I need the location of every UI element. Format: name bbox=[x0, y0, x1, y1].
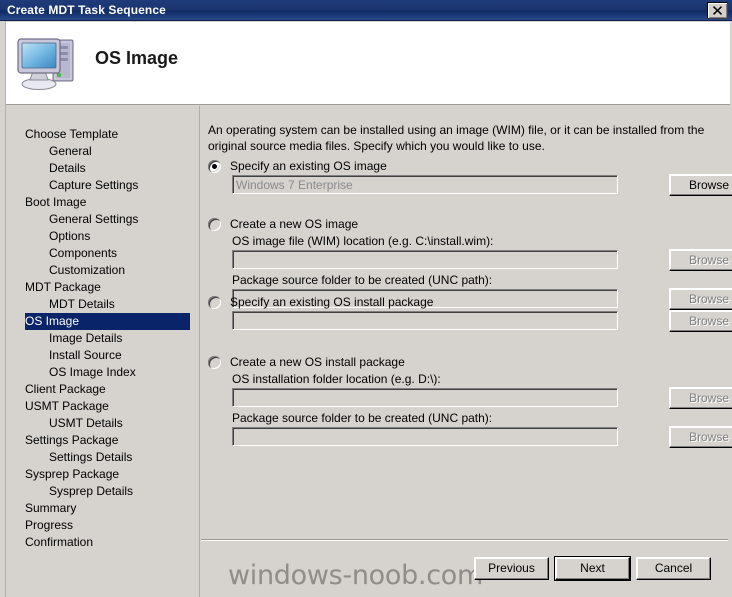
browse-button-existing-os-image-0[interactable]: Browse bbox=[669, 174, 732, 196]
radio-button-icon[interactable] bbox=[208, 159, 221, 173]
sidebar-item-os-image[interactable]: OS Image bbox=[25, 313, 190, 330]
field-row: Browse bbox=[232, 174, 732, 197]
sidebar-item-usmt-package[interactable]: USMT Package bbox=[7, 398, 199, 415]
sidebar-item-progress[interactable]: Progress bbox=[7, 517, 199, 534]
text-input-existing-os-image-0 bbox=[232, 175, 618, 194]
window-left-frame bbox=[0, 21, 6, 597]
sidebar-item-confirmation[interactable]: Confirmation bbox=[7, 534, 199, 551]
field-row: Browse bbox=[232, 310, 732, 333]
sidebar-item-options[interactable]: Options bbox=[7, 228, 199, 245]
option-group-new-os-install-package: Create a new OS install package OS instal… bbox=[208, 353, 732, 449]
radio-label: Specify an existing OS install package bbox=[230, 295, 434, 309]
text-input-new-os-install-package-1 bbox=[232, 427, 618, 446]
field-label: OS installation folder location (e.g. D:… bbox=[232, 372, 441, 386]
option-group-existing-os-install-package: Specify an existing OS install package Br… bbox=[208, 293, 732, 333]
dialog-header: OS Image bbox=[1, 22, 731, 105]
sidebar-item-usmt-details[interactable]: USMT Details bbox=[7, 415, 199, 432]
sidebar-item-details[interactable]: Details bbox=[7, 160, 199, 177]
sidebar-item-sysprep-details[interactable]: Sysprep Details bbox=[7, 483, 199, 500]
radio-existing-os-image[interactable]: Specify an existing OS image bbox=[208, 157, 724, 175]
close-icon[interactable] bbox=[707, 2, 728, 19]
field-row: Browse bbox=[232, 387, 732, 410]
radio-label: Specify an existing OS image bbox=[230, 159, 387, 173]
radio-button-icon[interactable] bbox=[208, 217, 221, 231]
sidebar-item-customization[interactable]: Customization bbox=[7, 262, 199, 279]
text-input-new-os-image-0 bbox=[232, 250, 618, 269]
sidebar-item-client-package[interactable]: Client Package bbox=[7, 381, 199, 398]
text-input-new-os-install-package-0 bbox=[232, 388, 618, 407]
browse-button-existing-os-install-package-0: Browse bbox=[669, 310, 732, 332]
radio-label: Create a new OS image bbox=[230, 217, 359, 231]
footer-separator bbox=[201, 539, 728, 541]
intro-text: An operating system can be installed usi… bbox=[208, 123, 705, 153]
cancel-button[interactable]: Cancel bbox=[636, 557, 711, 580]
browse-button-new-os-install-package-0: Browse bbox=[669, 387, 732, 409]
radio-new-os-image[interactable]: Create a new OS image bbox=[208, 215, 724, 233]
computer-icon bbox=[15, 27, 85, 95]
sidebar-item-mdt-details[interactable]: MDT Details bbox=[7, 296, 199, 313]
sidebar-item-settings-package[interactable]: Settings Package bbox=[7, 432, 199, 449]
sidebar-item-os-image-index[interactable]: OS Image Index bbox=[7, 364, 199, 381]
browse-button-new-os-install-package-1: Browse bbox=[669, 426, 732, 448]
sidebar-item-choose-template[interactable]: Choose Template bbox=[7, 126, 199, 143]
radio-existing-os-install-package[interactable]: Specify an existing OS install package bbox=[208, 293, 724, 311]
create-mdt-task-sequence-dialog: Create MDT Task Sequence OS Image Choose… bbox=[0, 0, 732, 597]
sidebar-item-capture-settings[interactable]: Capture Settings bbox=[7, 177, 199, 194]
window-title: Create MDT Task Sequence bbox=[7, 3, 166, 17]
wizard-step-sidebar: Choose Template General Details Capture Set… bbox=[7, 106, 200, 597]
sidebar-item-image-details[interactable]: Image Details bbox=[7, 330, 199, 347]
next-button[interactable]: Next bbox=[555, 557, 630, 580]
field-row: Browse bbox=[232, 426, 732, 449]
sidebar-item-sysprep-package[interactable]: Sysprep Package bbox=[7, 466, 199, 483]
option-group-existing-os-image: Specify an existing OS image Browse bbox=[208, 157, 732, 197]
field-row: Browse bbox=[232, 249, 732, 272]
sidebar-item-general-settings[interactable]: General Settings bbox=[7, 211, 199, 228]
sidebar-item-install-source[interactable]: Install Source bbox=[7, 347, 199, 364]
dialog-footer: Previous Next Cancel bbox=[0, 552, 732, 597]
wizard-content-panel: An operating system can be installed usi… bbox=[201, 106, 732, 597]
sidebar-item-mdt-package[interactable]: MDT Package bbox=[7, 279, 199, 296]
field-label: Package source folder to be created (UNC… bbox=[232, 273, 493, 287]
window-titlebar: Create MDT Task Sequence bbox=[0, 0, 732, 21]
browse-button-new-os-image-0: Browse bbox=[669, 249, 732, 271]
field-label: Package source folder to be created (UNC… bbox=[232, 411, 493, 425]
sidebar-item-general[interactable]: General bbox=[7, 143, 199, 160]
sidebar-item-summary[interactable]: Summary bbox=[7, 500, 199, 517]
field-label: OS image file (WIM) location (e.g. C:\in… bbox=[232, 234, 494, 248]
text-input-existing-os-install-package-0 bbox=[232, 311, 618, 330]
sidebar-item-components[interactable]: Components bbox=[7, 245, 199, 262]
page-title: OS Image bbox=[95, 48, 179, 68]
radio-new-os-install-package[interactable]: Create a new OS install package bbox=[208, 353, 724, 371]
radio-button-icon[interactable] bbox=[208, 355, 221, 369]
radio-label: Create a new OS install package bbox=[230, 355, 405, 369]
previous-button[interactable]: Previous bbox=[474, 557, 549, 580]
sidebar-item-settings-details[interactable]: Settings Details bbox=[7, 449, 199, 466]
radio-button-icon[interactable] bbox=[208, 295, 221, 309]
sidebar-item-boot-image[interactable]: Boot Image bbox=[7, 194, 199, 211]
